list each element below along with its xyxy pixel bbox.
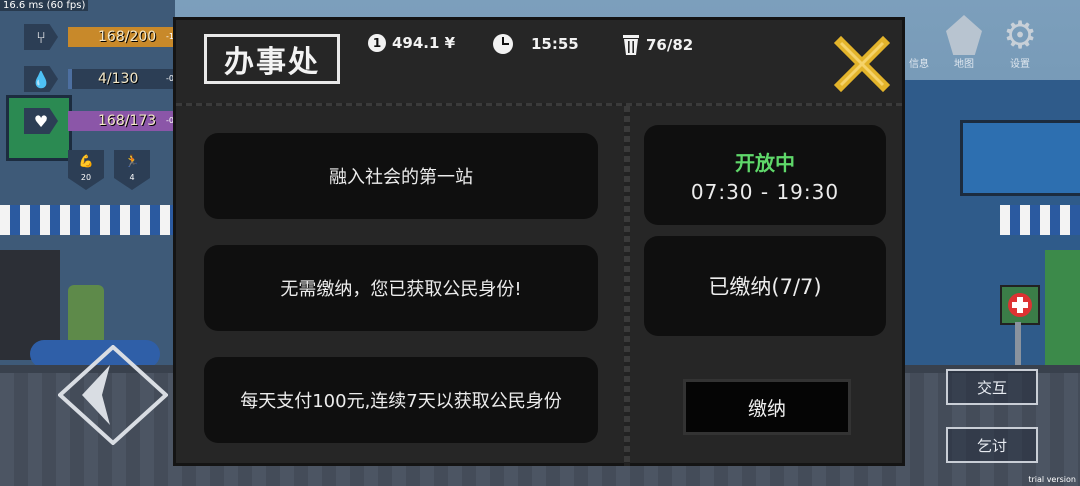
paid-count: 已缴纳(7/7) <box>708 275 822 299</box>
food-icon: ⑂ <box>24 24 58 50</box>
close-icon <box>833 35 891 93</box>
health-value: 168/173 <box>98 113 157 129</box>
thirst-bar-fill <box>68 69 72 89</box>
open-status: 开放中 <box>735 150 795 175</box>
settings-label: 设置 <box>1010 59 1030 70</box>
strength-value: 20 <box>80 173 92 182</box>
left-dpad-button[interactable] <box>58 345 168 445</box>
map-button[interactable]: 地图 <box>946 15 982 70</box>
awning <box>1000 205 1080 235</box>
opening-hours: 07:30 - 19:30 <box>690 179 840 204</box>
money-value: 494.1 ¥ <box>392 34 456 52</box>
map-icon <box>946 15 982 55</box>
sign-pole <box>1015 322 1021 367</box>
option-first-stop[interactable]: 融入社会的第一站 <box>204 133 598 219</box>
strength-icon: 💪 <box>78 154 94 168</box>
trash-bin-icon <box>623 35 639 55</box>
health-stat: ♥ 168/173 -0.2/10 <box>24 108 198 134</box>
beg-button[interactable]: 乞讨 <box>946 427 1038 463</box>
interact-button[interactable]: 交互 <box>946 369 1038 405</box>
info-label: 信息 <box>909 59 929 70</box>
clock-icon <box>493 34 513 54</box>
trial-label: trial version <box>1028 475 1076 484</box>
coin-icon: 1 <box>368 34 386 52</box>
building-window <box>960 120 1080 196</box>
hunger-value: 168/200 <box>98 29 157 45</box>
agility-icon: 🏃 <box>124 154 140 168</box>
office-dialog: 办事处 1 494.1 ¥ 15:55 76/82 融入社会的第一站 无需缴纳，… <box>173 17 905 466</box>
gear-icon: ⚙ <box>1002 13 1038 57</box>
trash-display: 76/82 <box>622 34 693 56</box>
settings-button[interactable]: ⚙ 设置 <box>1000 15 1040 70</box>
close-button[interactable] <box>833 35 891 93</box>
dialog-title: 办事处 <box>204 34 340 84</box>
info-button[interactable]: 信息 <box>905 15 933 70</box>
pay-button[interactable]: 缴纳 <box>683 379 851 435</box>
red-cross-icon <box>1008 293 1032 317</box>
option-daily-payment[interactable]: 每天支付100元,连续7天以获取公民身份 <box>204 357 598 443</box>
trash-value: 76/82 <box>646 36 694 54</box>
map-label: 地图 <box>954 59 974 70</box>
green-panel <box>1045 250 1080 365</box>
left-arrow-icon <box>82 365 110 425</box>
awning <box>0 205 175 235</box>
payment-progress-panel: 已缴纳(7/7) <box>644 236 886 336</box>
water-icon: 💧 <box>24 66 58 92</box>
opening-hours-panel: 开放中 07:30 - 19:30 <box>644 125 886 225</box>
thirst-stat: 💧 4/130 -0.8/10 <box>24 66 198 92</box>
time-display: 15:55 <box>493 34 579 54</box>
option-no-payment-needed[interactable]: 无需缴纳，您已获取公民身份! <box>204 245 598 331</box>
hunger-stat: ⑂ 168/200 -1.1/10 <box>24 24 198 50</box>
dpad-frame <box>58 345 168 445</box>
info-icon <box>905 15 933 55</box>
dialog-divider <box>624 106 630 466</box>
plant-pot <box>68 285 104 345</box>
agility-value: 4 <box>129 173 135 182</box>
time-value: 15:55 <box>531 35 579 53</box>
health-icon: ♥ <box>24 108 58 134</box>
hospital-sign <box>1000 285 1040 325</box>
money-display: 1 494.1 ¥ <box>368 34 455 52</box>
dialog-header: 办事处 1 494.1 ¥ 15:55 76/82 <box>176 20 902 106</box>
thirst-value: 4/130 <box>98 71 139 87</box>
fps-counter: 16.6 ms (60 fps) <box>0 0 89 11</box>
